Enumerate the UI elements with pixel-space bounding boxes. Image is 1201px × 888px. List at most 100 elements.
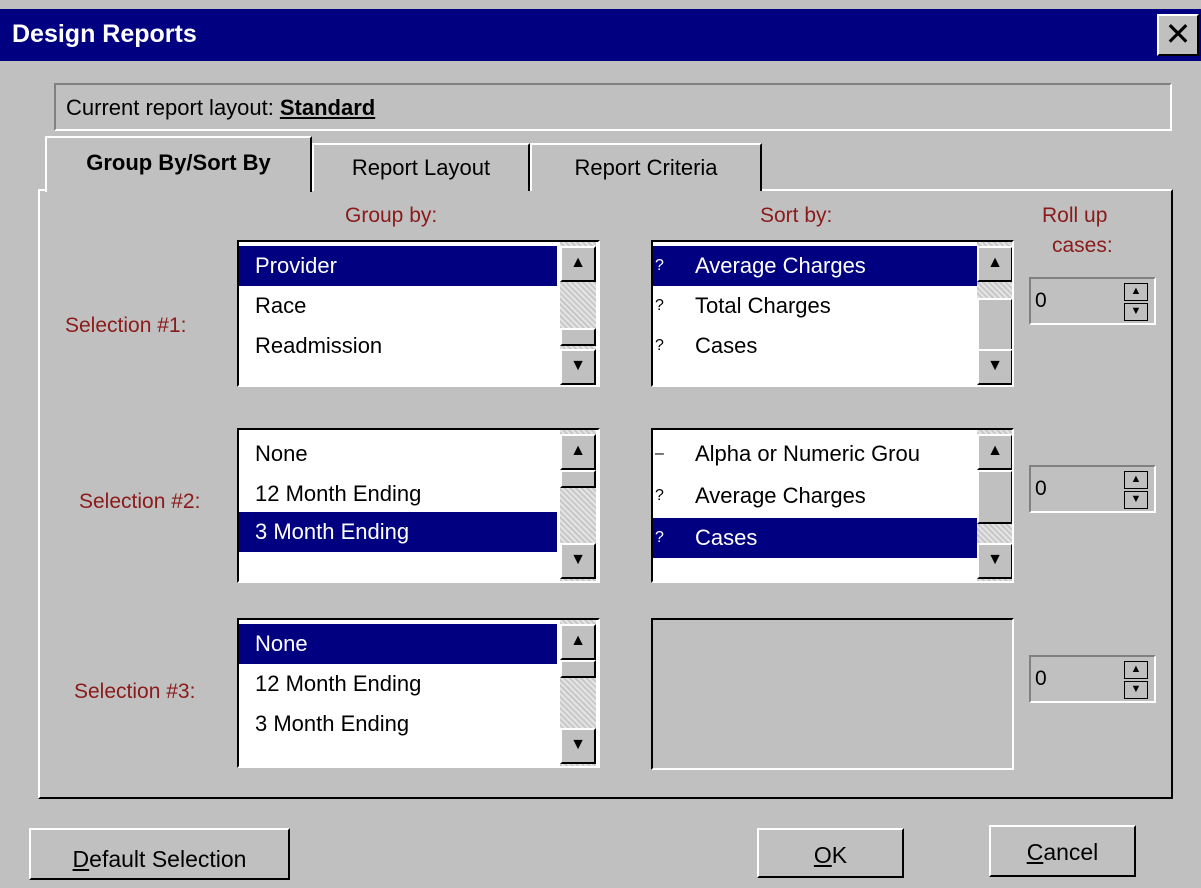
group-by-list-3[interactable]: None 12 Month Ending 3 Month Ending ▲ ▼ [237, 618, 600, 768]
group-by-list-2[interactable]: None 12 Month Ending 3 Month Ending ▲ ▼ [237, 428, 600, 583]
group-by-header: Group by: [345, 204, 438, 227]
roll-up-header-line1: Roll up [1042, 204, 1108, 227]
sort-by-list-1[interactable]: ? Average Charges ? Total Charges ? Cases ▲… [651, 240, 1014, 387]
scroll-down-button[interactable]: ▼ [560, 349, 596, 385]
roll-up-spinner-2[interactable]: 0 ▲ ▼ [1029, 465, 1156, 513]
scroll-thumb[interactable] [560, 660, 596, 678]
list-item-text: Average Charges [695, 253, 866, 278]
roll-up-spinner-1[interactable]: 0 ▲ ▼ [1029, 277, 1156, 325]
list-item-text: 3 Month Ending [255, 519, 410, 544]
group-by-list-1[interactable]: Provider Race Readmission ▲ ▼ [237, 240, 600, 387]
scroll-down-button[interactable]: ▼ [977, 349, 1012, 385]
tab-report-layout[interactable]: Report Layout [312, 143, 530, 191]
current-layout-value: Standard [279, 95, 376, 120]
ok-label: K [831, 842, 848, 868]
up-arrow-icon: ▲ [987, 254, 1003, 271]
scroll-down-button[interactable]: ▼ [560, 543, 596, 579]
ok-button[interactable]: OK [757, 828, 904, 878]
scroll-up-button[interactable]: ▲ [977, 434, 1012, 470]
list-item[interactable]: ? Average Charges [653, 476, 977, 516]
scroll-thumb[interactable] [977, 298, 1012, 352]
default-selection-mnemonic: D [72, 846, 90, 872]
list-item[interactable]: ? Total Charges [653, 286, 977, 326]
cancel-button[interactable]: Cancel [989, 825, 1136, 877]
sort-direction-icon: ? [655, 297, 664, 314]
scroll-thumb[interactable] [560, 328, 596, 346]
up-arrow-icon: ▲ [570, 632, 586, 649]
list-item[interactable]: 12 Month Ending [239, 474, 557, 514]
list-item[interactable]: ? Average Charges [653, 246, 977, 286]
list-item-text: Cases [695, 525, 758, 550]
current-layout-bar: Current report layout: Standard [54, 83, 1172, 131]
spin-up-icon[interactable]: ▲ [1124, 661, 1148, 679]
spinner-arrows[interactable]: ▲ ▼ [1124, 661, 1148, 699]
scroll-down-button[interactable]: ▼ [977, 543, 1012, 579]
up-arrow-icon: ▲ [570, 442, 586, 459]
scroll-down-button[interactable]: ▼ [560, 728, 596, 764]
selection-1-label: Selection #1: [65, 314, 187, 337]
down-arrow-icon: ▼ [570, 357, 586, 374]
list-item-text: Alpha or Numeric Grou [695, 441, 920, 466]
scroll-up-button[interactable]: ▲ [977, 246, 1012, 282]
roll-up-value: 0 [1035, 667, 1047, 690]
up-arrow-icon: ▲ [987, 442, 1003, 459]
list-item-text: Readmission [255, 333, 383, 358]
list-item[interactable]: – Alpha or Numeric Grou [653, 434, 977, 474]
sort-direction-icon: ? [655, 487, 664, 504]
list-item-text: Cases [695, 333, 758, 358]
list-item-text: None [255, 441, 308, 466]
list-item-text: Total Charges [695, 293, 831, 318]
close-icon: ✕ [1164, 16, 1192, 52]
roll-up-header-line2: cases: [1052, 234, 1113, 257]
list-item-text: 12 Month Ending [255, 481, 422, 506]
close-button[interactable]: ✕ [1157, 14, 1199, 56]
sort-direction-icon: ? [655, 337, 664, 354]
default-selection-button[interactable]: Default Selection [29, 828, 290, 880]
default-selection-label: efault Selection [89, 846, 247, 872]
list-item[interactable]: ? Cases [653, 326, 977, 366]
list-item[interactable]: 3 Month Ending [239, 512, 557, 552]
spin-down-icon[interactable]: ▼ [1124, 681, 1148, 699]
list-item-text: Race [255, 293, 307, 318]
list-item[interactable]: Readmission [239, 326, 557, 366]
list-item[interactable]: Race [239, 286, 557, 326]
list-item[interactable]: 3 Month Ending [239, 704, 557, 744]
sort-by-list-2[interactable]: – Alpha or Numeric Grou ? Average Charges … [651, 428, 1014, 583]
scroll-thumb[interactable] [560, 470, 596, 488]
sort-by-header: Sort by: [760, 204, 833, 227]
scroll-up-button[interactable]: ▲ [560, 434, 596, 470]
current-layout-label: Current report layout: Standard [66, 95, 375, 121]
scroll-up-button[interactable]: ▲ [560, 246, 596, 282]
list-item[interactable]: None [239, 434, 557, 474]
spin-down-icon[interactable]: ▼ [1124, 491, 1148, 509]
list-item-text: Average Charges [695, 483, 866, 508]
ok-mnemonic: O [813, 842, 832, 868]
list-item[interactable]: ? Cases [653, 518, 977, 558]
list-item-text: 12 Month Ending [255, 671, 422, 696]
down-arrow-icon: ▼ [987, 551, 1003, 568]
sort-direction-icon: – [655, 445, 664, 462]
tab-group-by-sort-by[interactable]: Group By/Sort By [45, 136, 312, 192]
list-item[interactable]: 12 Month Ending [239, 664, 557, 704]
roll-up-value: 0 [1035, 477, 1047, 500]
spin-up-icon[interactable]: ▲ [1124, 471, 1148, 489]
scroll-up-button[interactable]: ▲ [560, 624, 596, 660]
down-arrow-icon: ▼ [570, 736, 586, 753]
list-item-text: 3 Month Ending [255, 711, 410, 736]
spin-down-icon[interactable]: ▼ [1124, 303, 1148, 321]
list-item[interactable]: Provider [239, 246, 557, 286]
current-layout-label-text: Current report layout: [66, 95, 274, 120]
list-item-text: None [255, 631, 308, 656]
tab-report-criteria[interactable]: Report Criteria [530, 143, 762, 191]
roll-up-spinner-3[interactable]: 0 ▲ ▼ [1029, 655, 1156, 703]
cancel-label: ancel [1043, 839, 1099, 865]
roll-up-value: 0 [1035, 289, 1047, 312]
spinner-arrows[interactable]: ▲ ▼ [1124, 283, 1148, 321]
up-arrow-icon: ▲ [570, 254, 586, 271]
scroll-thumb[interactable] [977, 470, 1012, 524]
selection-2-label: Selection #2: [79, 490, 201, 513]
spinner-arrows[interactable]: ▲ ▼ [1124, 471, 1148, 509]
sort-by-list-3 [651, 618, 1014, 770]
list-item[interactable]: None [239, 624, 557, 664]
spin-up-icon[interactable]: ▲ [1124, 283, 1148, 301]
